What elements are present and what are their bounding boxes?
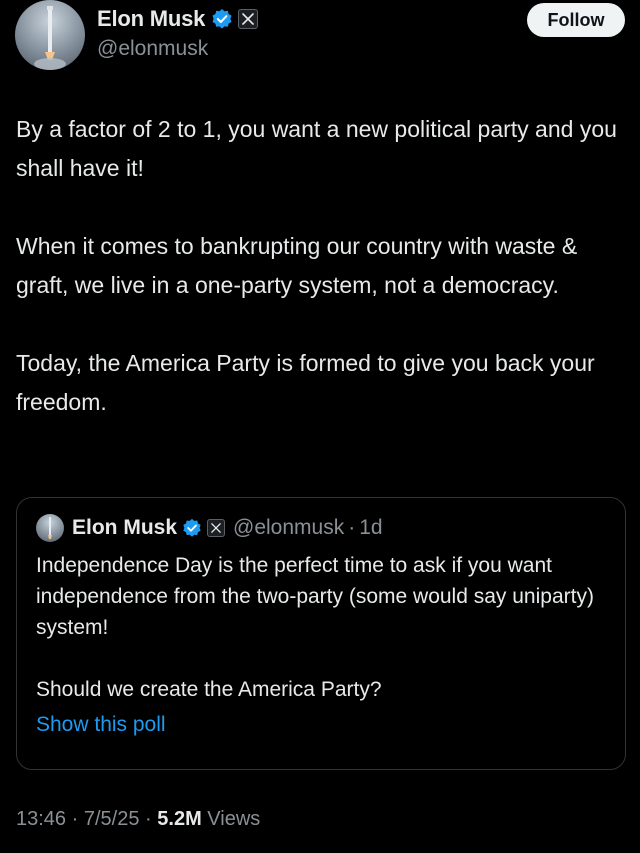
show-poll-link[interactable]: Show this poll bbox=[36, 713, 166, 737]
quoted-paragraph: Should we create the America Party? bbox=[36, 678, 382, 701]
quoted-tweet-text: Independence Day is the perfect time to … bbox=[36, 550, 611, 736]
verified-badge-icon bbox=[182, 518, 202, 538]
tweet-footer: 13:46 · 7/5/25 · 5.2M Views bbox=[16, 808, 260, 831]
avatar[interactable] bbox=[15, 0, 85, 70]
verified-badge-icon bbox=[211, 8, 233, 30]
tweet-header: Elon Musk @elonmusk Follow bbox=[15, 0, 625, 80]
author-display-name[interactable]: Elon Musk bbox=[97, 6, 205, 32]
follow-button[interactable]: Follow bbox=[527, 3, 625, 37]
quoted-author-handle: @elonmusk bbox=[233, 516, 345, 539]
tweet-date: 7/5/25 bbox=[83, 808, 140, 830]
quoted-tweet-age: 1d bbox=[359, 516, 383, 539]
quoted-tweet-header: Elon Musk @elonmusk · 1d bbox=[36, 514, 383, 542]
quoted-paragraph: Independence Day is the perfect time to … bbox=[36, 554, 594, 639]
x-logo-icon bbox=[207, 519, 226, 537]
author-handle[interactable]: @elonmusk bbox=[97, 37, 208, 61]
meta-separator: · bbox=[71, 808, 79, 830]
tweet-time: 13:46 bbox=[16, 808, 67, 830]
views-label: Views bbox=[207, 808, 261, 830]
meta-separator: · bbox=[145, 808, 152, 830]
rocket-launch-image bbox=[34, 6, 66, 70]
tweet-paragraph: By a factor of 2 to 1, you want a new po… bbox=[16, 116, 617, 181]
quoted-tweet-card[interactable]: Elon Musk @elonmusk · 1d Independence Da… bbox=[16, 497, 626, 770]
quoted-avatar bbox=[36, 514, 64, 542]
x-logo-icon bbox=[238, 9, 259, 29]
quoted-author-name: Elon Musk bbox=[72, 516, 178, 539]
author-name-row: Elon Musk bbox=[97, 5, 259, 33]
tweet-text: By a factor of 2 to 1, you want a new po… bbox=[16, 110, 626, 461]
tweet-paragraph: Today, the America Party is formed to gi… bbox=[16, 350, 595, 415]
tweet-paragraph: When it comes to bankrupting our country… bbox=[16, 233, 578, 298]
views-count[interactable]: 5.2M bbox=[157, 808, 201, 830]
meta-separator: · bbox=[348, 516, 356, 539]
